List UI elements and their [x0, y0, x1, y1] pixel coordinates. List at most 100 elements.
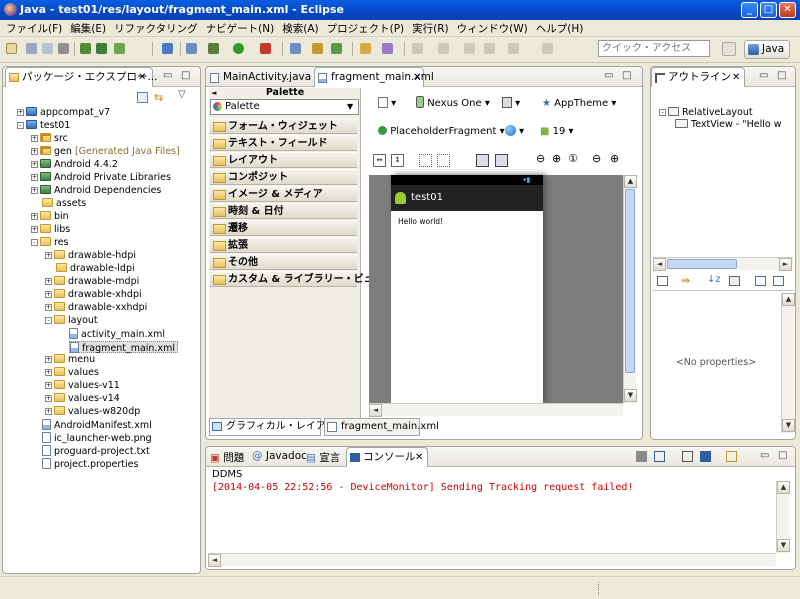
menu-project[interactable]: プロジェクト(P) [323, 21, 409, 36]
zoom-fit-icon[interactable]: ⊖ [536, 152, 545, 165]
scroll-up-icon[interactable]: ▲ [624, 175, 637, 188]
menu-window[interactable]: ウィンドウ(W) [453, 21, 532, 36]
menu-refactor[interactable]: リファクタリング [110, 21, 202, 36]
avd-manager-icon[interactable] [96, 43, 107, 54]
clear-console-icon[interactable] [636, 451, 647, 462]
tree-item-manifest[interactable]: AndroidManifest.xml [42, 419, 152, 431]
tree-item-assets[interactable]: assets [42, 198, 86, 210]
scroll-left-icon[interactable]: ◄ [369, 404, 382, 417]
menu-navigate[interactable]: ナビゲート(N) [202, 21, 279, 36]
scroll-left-icon[interactable]: ◄ [653, 258, 666, 271]
collapse-icon[interactable] [773, 276, 784, 286]
tree-item-test01[interactable]: - test01 [17, 120, 70, 132]
tab-graphical-layout[interactable]: グラフィカル・レイアウト [209, 418, 346, 436]
palette-category-custom-library[interactable]: カスタム & ライブラリー・ビュー [210, 271, 384, 287]
collapse-all-icon[interactable] [137, 92, 148, 103]
lint-icon[interactable] [114, 43, 125, 54]
menu-help[interactable]: ヘルプ(H) [532, 21, 588, 36]
tree-item-values-v14[interactable]: + values-v14 [45, 393, 120, 405]
tab-fragment-main[interactable]: fragment_main.xml ✕ [314, 67, 434, 87]
tree-item-project-properties[interactable]: project.properties [42, 458, 138, 470]
menu-edit[interactable]: 編集(E) [66, 21, 110, 36]
categories-icon[interactable] [657, 276, 668, 286]
tab-problems[interactable]: ▣ 問題 [210, 450, 244, 465]
open-folder-icon[interactable] [360, 43, 371, 54]
scroll-down-icon[interactable]: ▼ [777, 539, 790, 552]
maximize-button[interactable]: □ [760, 2, 777, 18]
close-button[interactable]: ✕ [779, 2, 796, 18]
tree-item-appcompat[interactable]: + appcompat_v7 [17, 107, 110, 119]
theme-chooser[interactable]: ★ AppTheme ▾ [542, 95, 616, 113]
minimize-icon[interactable]: ▭ [759, 70, 768, 81]
tree-item-values-v11[interactable]: + values-v11 [45, 380, 120, 392]
annotation-icon[interactable] [412, 43, 423, 54]
new-icon[interactable] [6, 43, 17, 54]
palette-category-composite[interactable]: コンポジット [210, 169, 357, 185]
tree-item-menu[interactable]: + menu [45, 354, 95, 366]
save-all-icon[interactable] [42, 43, 53, 54]
debug-run-icon[interactable] [208, 43, 219, 54]
maximize-icon[interactable]: □ [777, 70, 786, 81]
tree-item-android-lib[interactable]: + Android 4.4.2 [31, 159, 118, 171]
tree-item-layout[interactable]: - layout [45, 315, 98, 327]
minimize-icon[interactable]: ▭ [760, 450, 769, 461]
palette-category-transitions[interactable]: 遷移 [210, 220, 357, 236]
outline-horizontal-scrollbar[interactable]: ◄ ► [653, 257, 793, 271]
outline-item-textview[interactable]: TextView - "Hello w [675, 119, 781, 131]
scroll-lock-icon[interactable] [654, 451, 665, 462]
view-menu-icon[interactable]: ▽ [178, 89, 186, 100]
tree-item-src[interactable]: + src [31, 133, 68, 145]
close-tab-icon[interactable]: ✕ [413, 68, 421, 87]
next-annotation-icon[interactable] [438, 43, 449, 54]
sort-icon[interactable]: ↓z [707, 274, 721, 285]
tree-item-values[interactable]: + values [45, 367, 99, 379]
pin-icon[interactable] [542, 43, 553, 54]
tree-item-proguard[interactable]: proguard-project.txt [42, 445, 150, 457]
run-icon[interactable] [233, 43, 244, 54]
scroll-up-icon[interactable]: ▲ [782, 293, 795, 306]
minimize-button[interactable]: _ [741, 2, 758, 18]
scroll-up-icon[interactable]: ▲ [777, 481, 790, 494]
tree-item-libs[interactable]: + libs [31, 224, 70, 236]
toggle2-icon[interactable] [495, 154, 508, 167]
palette-category-advanced[interactable]: 拡張 [210, 237, 357, 253]
new-package-icon[interactable] [331, 43, 342, 54]
palette-category-form-widgets[interactable]: フォーム・ウィジェット [210, 118, 357, 134]
maximize-icon[interactable]: □ [778, 450, 787, 461]
advanced-icon[interactable]: ⇛ [681, 274, 690, 287]
open-perspective-icon[interactable] [722, 42, 736, 56]
outline-item-relativelayout[interactable]: - RelativeLayout [659, 107, 753, 119]
display-console-icon[interactable] [700, 451, 711, 462]
print-icon[interactable] [58, 43, 69, 54]
zoom-real-icon[interactable]: ⊕ [552, 152, 561, 165]
device-chooser[interactable]: Nexus One ▾ [416, 95, 490, 113]
external-tools-icon[interactable] [260, 43, 271, 54]
tab-package-explorer[interactable]: パッケージ・エクスプロー... ✕ [5, 67, 158, 87]
palette-category-time-date[interactable]: 時刻 & 日付 [210, 203, 357, 219]
tree-item-activity-main[interactable]: activity_main.xml [69, 328, 165, 340]
toggle-icon[interactable] [476, 154, 489, 167]
activity-chooser[interactable]: PlaceholderFragment ▾ [378, 123, 505, 141]
console-horizontal-scrollbar[interactable]: ◄ [208, 553, 776, 567]
scroll-thumb[interactable] [625, 189, 635, 373]
tree-item-values-w820dp[interactable]: + values-w820dp [45, 406, 140, 418]
link-editor-icon[interactable]: ⇆ [154, 91, 163, 104]
android-sdk-icon[interactable] [80, 43, 91, 54]
console-vertical-scrollbar[interactable]: ▲ ▼ [776, 481, 790, 553]
new-class-icon[interactable] [290, 43, 301, 54]
back-icon[interactable] [464, 43, 475, 54]
tab-console[interactable]: コンソール ✕ [346, 447, 428, 467]
api-level-chooser[interactable]: ■ 19 ▾ [540, 123, 574, 141]
layout-canvas[interactable]: ▾▮ test01 Hello world! [369, 175, 635, 403]
tree-item-fragment-main[interactable]: fragment_main.xml [69, 341, 178, 354]
zoom-100-icon[interactable]: ① [568, 152, 578, 165]
hello-textview[interactable]: Hello world! [398, 217, 443, 226]
tree-item-bin[interactable]: + bin [31, 211, 69, 223]
minimize-icon[interactable]: ▭ [604, 70, 613, 81]
scroll-down-icon[interactable]: ▼ [624, 389, 637, 402]
tree-item-drawable-ldpi[interactable]: drawable-ldpi [56, 263, 135, 275]
close-tab-icon[interactable]: ✕ [138, 68, 146, 87]
tree-item-launcher-png[interactable]: ic_launcher-web.png [42, 432, 152, 444]
tree-item-private-libs[interactable]: + Android Private Libraries [31, 172, 171, 184]
canvas-vertical-scrollbar[interactable]: ▲ ▼ [623, 175, 637, 403]
